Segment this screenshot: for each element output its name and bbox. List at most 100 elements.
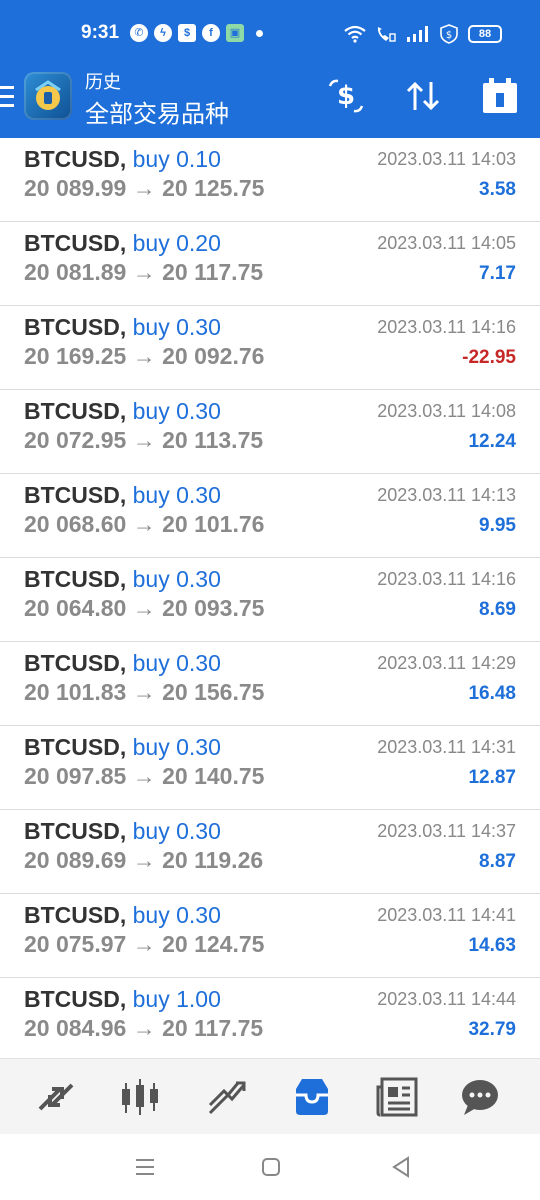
trade-symbol: BTCUSD, [24, 734, 127, 760]
dot-icon [256, 30, 263, 37]
system-navigation-bar [0, 1134, 540, 1200]
trade-title: BTCUSD, buy 0.20 [24, 230, 221, 257]
trade-prices: 20 169.25 → 20 092.76 [24, 343, 265, 369]
trade-title: BTCUSD, buy 0.30 [24, 818, 221, 845]
trade-prices: 20 081.89 → 20 117.75 [24, 259, 264, 285]
trade-side: buy 0.30 [132, 734, 221, 760]
trade-row[interactable]: BTCUSD, buy 0.30 20 101.83 → 20 156.75 202… [0, 642, 540, 726]
trade-side: buy 1.00 [132, 986, 221, 1012]
wifi-icon [344, 25, 366, 43]
history-icon[interactable] [290, 1075, 334, 1119]
recent-apps-icon[interactable] [132, 1154, 158, 1180]
trade-symbol: BTCUSD, [24, 818, 127, 844]
trade-profit: 8.69 [479, 599, 516, 620]
trade-prices: 20 072.95 → 20 113.75 [24, 427, 264, 453]
trade-row[interactable]: BTCUSD, buy 0.30 20 097.85 → 20 140.75 202… [0, 726, 540, 810]
notification-icons: ✆ ϟ $ f ▣ [130, 24, 263, 42]
trade-prices: 20 064.80 → 20 093.75 [24, 595, 265, 621]
trade-row[interactable]: BTCUSD, buy 0.30 20 169.25 → 20 092.76 202… [0, 306, 540, 390]
trade-symbol: BTCUSD, [24, 902, 127, 928]
trade-profit: 12.24 [468, 431, 516, 452]
trade-title: BTCUSD, buy 0.30 [24, 902, 221, 929]
svg-text:$: $ [446, 30, 452, 41]
trade-time: 2023.03.11 14:08 [377, 401, 516, 421]
trade-symbol: BTCUSD, [24, 230, 127, 256]
chart-icon[interactable] [118, 1075, 162, 1119]
trade-title: BTCUSD, buy 0.10 [24, 146, 221, 173]
trade-time: 2023.03.11 14:05 [377, 233, 516, 253]
trade-title: BTCUSD, buy 0.30 [24, 482, 221, 509]
home-icon[interactable] [258, 1154, 284, 1180]
menu-icon[interactable] [0, 86, 14, 110]
back-icon[interactable] [388, 1154, 414, 1180]
app-logo-icon [24, 72, 72, 120]
trade-time: 2023.03.11 14:44 [377, 989, 516, 1009]
trade-title: BTCUSD, buy 0.30 [24, 398, 221, 425]
sort-icon[interactable] [403, 76, 443, 116]
trade-side: buy 0.30 [132, 566, 221, 592]
bottom-nav [0, 1058, 540, 1134]
status-bar: 9:31 ✆ ϟ $ f ▣ $ 88 [0, 0, 540, 68]
trade-time: 2023.03.11 14:16 [377, 569, 516, 589]
page-subtitle: 历史 [85, 72, 121, 92]
trade-profit: 7.17 [479, 263, 516, 284]
trade-title: BTCUSD, buy 0.30 [24, 566, 221, 593]
trade-side: buy 0.30 [132, 398, 221, 424]
quotes-icon[interactable] [34, 1075, 78, 1119]
trade-prices: 20 089.69 → 20 119.26 [24, 847, 264, 873]
trade-symbol: BTCUSD, [24, 482, 127, 508]
svg-text:$: $ [337, 81, 355, 111]
store-icon: ▣ [226, 24, 244, 42]
trade-symbol: BTCUSD, [24, 986, 127, 1012]
trade-title: BTCUSD, buy 1.00 [24, 986, 221, 1013]
trade-time: 2023.03.11 14:31 [377, 737, 516, 757]
trade-row[interactable]: BTCUSD, buy 0.30 20 068.60 → 20 101.76 202… [0, 474, 540, 558]
trade-symbol: BTCUSD, [24, 650, 127, 676]
trade-profit: 3.58 [479, 179, 516, 200]
calendar-icon[interactable] [480, 76, 520, 116]
trade-side: buy 0.30 [132, 482, 221, 508]
trade-row[interactable]: BTCUSD, buy 0.30 20 089.69 → 20 119.26 202… [0, 810, 540, 894]
trade-profit: 16.48 [468, 683, 516, 704]
trade-profit: 32.79 [468, 1019, 516, 1040]
news-icon[interactable] [376, 1075, 420, 1119]
trade-row[interactable]: BTCUSD, buy 0.10 20 089.99 → 20 125.75 202… [0, 138, 540, 222]
trade-time: 2023.03.11 14:29 [377, 653, 516, 673]
dollar-exchange-icon[interactable]: $ [326, 76, 366, 116]
trade-prices: 20 101.83 → 20 156.75 [24, 679, 265, 705]
trade-side: buy 0.10 [132, 146, 221, 172]
trade-row[interactable]: BTCUSD, buy 0.30 20 064.80 → 20 093.75 202… [0, 558, 540, 642]
trade-side: buy 0.30 [132, 818, 221, 844]
trade-row[interactable]: BTCUSD, buy 1.00 20 084.96 → 20 117.75 202… [0, 978, 540, 1058]
trade-symbol: BTCUSD, [24, 566, 127, 592]
trade-title: BTCUSD, buy 0.30 [24, 734, 221, 761]
trade-row[interactable]: BTCUSD, buy 0.30 20 072.95 → 20 113.75 202… [0, 390, 540, 474]
app-header: 历史 全部交易品种 $ [0, 68, 540, 138]
trade-side: buy 0.20 [132, 230, 221, 256]
trade-prices: 20 075.97 → 20 124.75 [24, 931, 265, 957]
battery-icon: 88 [468, 25, 502, 43]
trade-row[interactable]: BTCUSD, buy 0.20 20 081.89 → 20 117.75 202… [0, 222, 540, 306]
trade-time: 2023.03.11 14:16 [377, 317, 516, 337]
signal-icon [407, 26, 428, 42]
trade-side: buy 0.30 [132, 314, 221, 340]
trade-time: 2023.03.11 14:13 [377, 485, 516, 505]
whatsapp-icon: ✆ [130, 24, 148, 42]
trade-profit: 9.95 [479, 515, 516, 536]
trade-history-list[interactable]: BTCUSD, buy 0.10 20 089.99 → 20 125.75 202… [0, 138, 540, 1058]
trade-prices: 20 097.85 → 20 140.75 [24, 763, 265, 789]
trade-profit: 8.87 [479, 851, 516, 872]
trade-time: 2023.03.11 14:37 [377, 821, 516, 841]
trade-prices: 20 084.96 → 20 117.75 [24, 1015, 264, 1041]
system-icons: $ 88 [344, 24, 502, 44]
trade-title: BTCUSD, buy 0.30 [24, 314, 221, 341]
trade-prices: 20 068.60 → 20 101.76 [24, 511, 265, 537]
trade-icon[interactable] [204, 1075, 248, 1119]
trade-time: 2023.03.11 14:41 [377, 905, 516, 925]
trade-row[interactable]: BTCUSD, buy 0.30 20 075.97 → 20 124.75 202… [0, 894, 540, 978]
money-icon: $ [440, 24, 458, 44]
call-icon [377, 27, 396, 42]
chat-icon[interactable] [458, 1075, 502, 1119]
shop-icon: $ [178, 24, 196, 42]
page-title[interactable]: 全部交易品种 [85, 94, 229, 129]
